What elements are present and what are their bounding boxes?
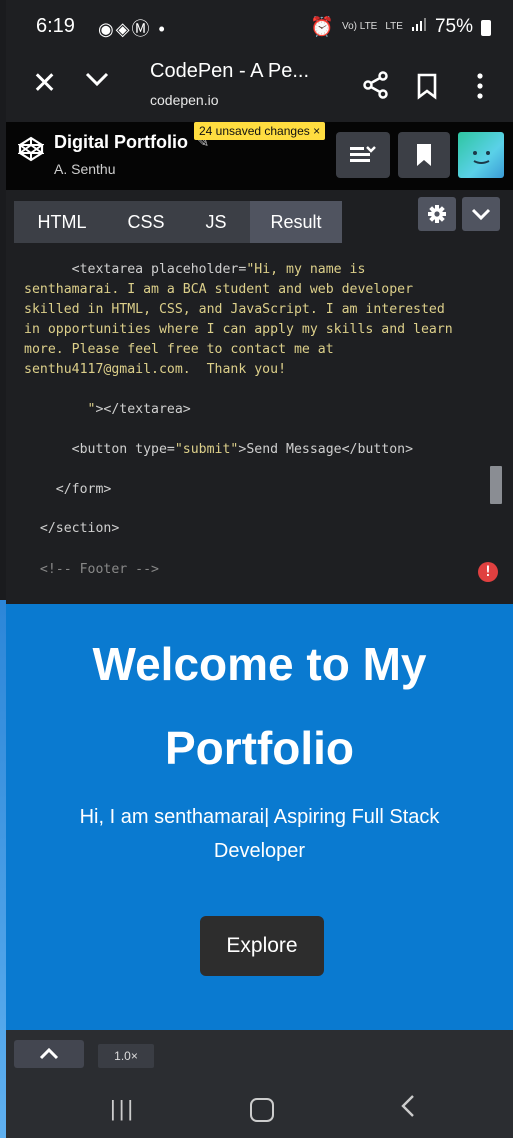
user-avatar[interactable] xyxy=(458,132,504,178)
unsaved-changes-badge[interactable]: 24 unsaved changes × xyxy=(194,122,326,140)
collapse-editor-button[interactable] xyxy=(462,197,500,231)
unsaved-changes-text: 24 unsaved changes xyxy=(199,124,310,138)
signal-icon xyxy=(411,16,427,38)
codepen-logo-icon[interactable] xyxy=(16,136,46,167)
project-author[interactable]: A. Senthu xyxy=(54,161,116,177)
volte-indicator: Vo) LTE xyxy=(341,21,378,32)
status-bar: 6:19 ◉◈Ⓜ • ⏰ Vo) LTE LTE 75% xyxy=(6,0,513,52)
code-editor[interactable]: <textarea placeholder="Hi, my name is se… xyxy=(6,244,513,604)
expand-console-button[interactable] xyxy=(14,1040,84,1068)
android-nav-bar: ||| xyxy=(6,1078,513,1138)
preview-subtitle: Hi, I am senthamarai| Aspiring Full Stac… xyxy=(46,800,473,868)
bookmark-icon[interactable] xyxy=(414,72,440,105)
notification-icons: ◉◈Ⓜ • xyxy=(98,19,167,39)
more-options-icon[interactable] xyxy=(476,72,484,100)
preview-subtitle-line1: Hi, I am senthamarai| Aspiring Full Stac… xyxy=(79,806,440,828)
battery-icon xyxy=(481,20,491,36)
status-right: ⏰ Vo) LTE LTE 75% xyxy=(310,15,491,39)
phone-screen: 6:19 ◉◈Ⓜ • ⏰ Vo) LTE LTE 75% ✕ CodePen -… xyxy=(6,0,513,1138)
browser-toolbar: ✕ CodePen - A Pe... codepen.io xyxy=(6,52,513,122)
code-line: in opportunities where I can apply my sk… xyxy=(24,322,453,337)
explore-button[interactable]: Explore xyxy=(200,916,324,976)
chevron-up-icon xyxy=(39,1047,59,1060)
share-icon[interactable] xyxy=(361,70,391,105)
code-line: more. Please feel free to contact me at xyxy=(24,342,334,357)
badge-close-icon[interactable]: × xyxy=(313,124,320,138)
recent-apps-icon[interactable]: ||| xyxy=(110,1096,136,1122)
code-line: <!-- Footer --> xyxy=(24,562,159,577)
page-url[interactable]: codepen.io xyxy=(150,92,219,108)
code-line: senthamarai. I am a BCA student and web … xyxy=(24,282,414,297)
layout-icon xyxy=(350,146,376,162)
lte-indicator: LTE xyxy=(385,21,403,32)
codepen-header: Digital Portfolio ✎ A. Senthu 24 unsaved… xyxy=(6,122,513,190)
change-view-button[interactable] xyxy=(336,132,390,178)
chevron-down-icon xyxy=(471,208,491,221)
alarm-icon: ⏰ xyxy=(310,17,334,38)
save-button[interactable] xyxy=(398,132,450,178)
settings-button[interactable] xyxy=(418,197,456,231)
battery-percent: 75% xyxy=(434,16,473,37)
tab-result[interactable]: Result xyxy=(250,201,342,243)
home-icon[interactable] xyxy=(250,1098,274,1122)
editor-tabs: HTML CSS JS Result xyxy=(6,190,513,244)
zoom-level-button[interactable]: 1.0× xyxy=(98,1044,154,1068)
result-preview: Welcome to My Portfolio Hi, I am sentham… xyxy=(6,604,513,1030)
code-line: <button type="submit">Send Message</butt… xyxy=(24,442,414,457)
code-line: <textarea placeholder="Hi, my name is xyxy=(24,262,366,277)
code-line: senthu4117@gmail.com. Thank you! xyxy=(24,362,287,377)
editor-scrollbar[interactable] xyxy=(490,466,502,504)
code-line: </section> xyxy=(24,521,120,536)
avatar-face-icon xyxy=(473,151,490,164)
code-line: </form> xyxy=(24,482,112,497)
gear-icon xyxy=(428,205,446,223)
preview-heading: Welcome to My Portfolio xyxy=(6,622,513,790)
editor-bottom-bar: 1.0× xyxy=(6,1030,513,1078)
code-line: "></textarea> xyxy=(24,402,191,417)
project-title[interactable]: Digital Portfolio xyxy=(54,132,188,153)
code-line: skilled in HTML, CSS, and JavaScript. I … xyxy=(24,302,445,317)
error-indicator-icon[interactable]: ! xyxy=(478,562,498,582)
chevron-down-icon[interactable] xyxy=(84,66,110,99)
page-title: CodePen - A Pe... xyxy=(150,60,309,82)
status-time: 6:19 xyxy=(36,15,75,37)
bookmark-save-icon xyxy=(417,144,431,166)
tab-js[interactable]: JS xyxy=(182,201,250,243)
back-icon[interactable] xyxy=(398,1092,418,1127)
preview-heading-line2: Portfolio xyxy=(164,722,355,774)
tab-css[interactable]: CSS xyxy=(110,201,182,243)
close-icon[interactable]: ✕ xyxy=(32,66,57,101)
preview-subtitle-line2: Developer xyxy=(213,840,306,862)
preview-heading-line1: Welcome to My xyxy=(92,638,427,690)
tab-html[interactable]: HTML xyxy=(14,201,110,243)
